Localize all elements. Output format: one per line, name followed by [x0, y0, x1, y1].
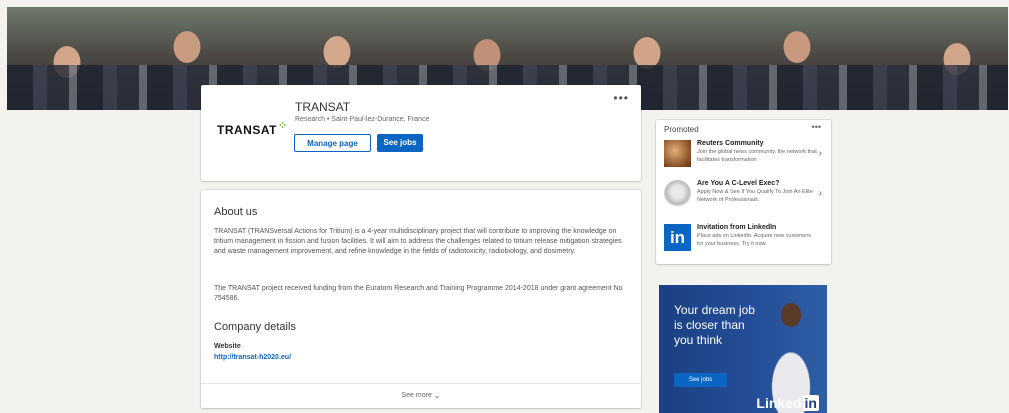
manage-page-button[interactable]: Manage page: [294, 134, 371, 152]
company-header-card: TRANSAT⁘ TRANSAT Research • Saint-Paul-l…: [201, 85, 641, 181]
promoted-heading: Promoted: [664, 125, 699, 134]
ad-headline: Are You A C-Level Exec?: [697, 180, 780, 187]
ad-body: Join the global news community, the netw…: [697, 149, 817, 163]
ad-headline: Reuters Community: [697, 140, 764, 147]
promoted-card: Promoted ••• Reuters Community Join the …: [656, 120, 831, 264]
linkedin-icon: in: [664, 224, 691, 251]
ad-c-level[interactable]: Are You A C-Level Exec? Apply Now & See …: [664, 180, 824, 216]
ad-reuters[interactable]: Reuters Community Join the global news c…: [664, 140, 824, 176]
linkedin-logo-icon: Linked in: [756, 395, 819, 411]
exec-thumbnail-icon: [664, 180, 691, 207]
ad-body: Place ads on LinkedIn. Acquire new custo…: [697, 233, 812, 247]
about-paragraph-funding: The TRANSAT project received funding fro…: [214, 285, 623, 303]
about-heading: About us: [214, 206, 258, 218]
promoted-more-icon[interactable]: •••: [812, 122, 821, 132]
reuters-thumbnail-icon: [664, 140, 691, 167]
company-tagline: Research • Saint-Paul-lez-Durance, Franc…: [295, 116, 430, 123]
jobs-ad-banner[interactable]: Your dream job is closer than you think …: [659, 285, 827, 413]
website-label: Website: [214, 343, 241, 350]
see-more-button[interactable]: See more ⌄: [201, 390, 641, 400]
logo-dots-icon: ⁘: [277, 120, 288, 132]
website-link[interactable]: http://transat-h2020.eu/: [214, 354, 291, 361]
company-logo[interactable]: TRANSAT⁘: [217, 120, 288, 137]
see-jobs-button[interactable]: See jobs: [377, 134, 423, 152]
chevron-right-icon: ›: [818, 148, 822, 159]
ad-headline: Invitation from LinkedIn: [697, 224, 777, 231]
chevron-down-icon: ⌄: [433, 391, 441, 400]
ad-body: Apply Now & See If You Qualify To Join A…: [697, 189, 813, 203]
ad-linkedin[interactable]: in Invitation from LinkedIn Place ads on…: [664, 224, 824, 260]
company-name: TRANSAT: [295, 100, 351, 114]
company-details-heading: Company details: [214, 321, 296, 333]
more-options-icon[interactable]: •••: [613, 91, 629, 105]
about-card: About us TRANSAT (TRANSversal Actions fo…: [201, 190, 641, 408]
jobs-ad-button[interactable]: See jobs: [674, 373, 727, 387]
divider: [201, 383, 641, 384]
about-paragraph: TRANSAT (TRANSversal Actions for Tritium…: [214, 228, 622, 256]
chevron-right-icon: ›: [818, 188, 822, 199]
jobs-ad-headline: Your dream job is closer than you think: [674, 303, 755, 347]
